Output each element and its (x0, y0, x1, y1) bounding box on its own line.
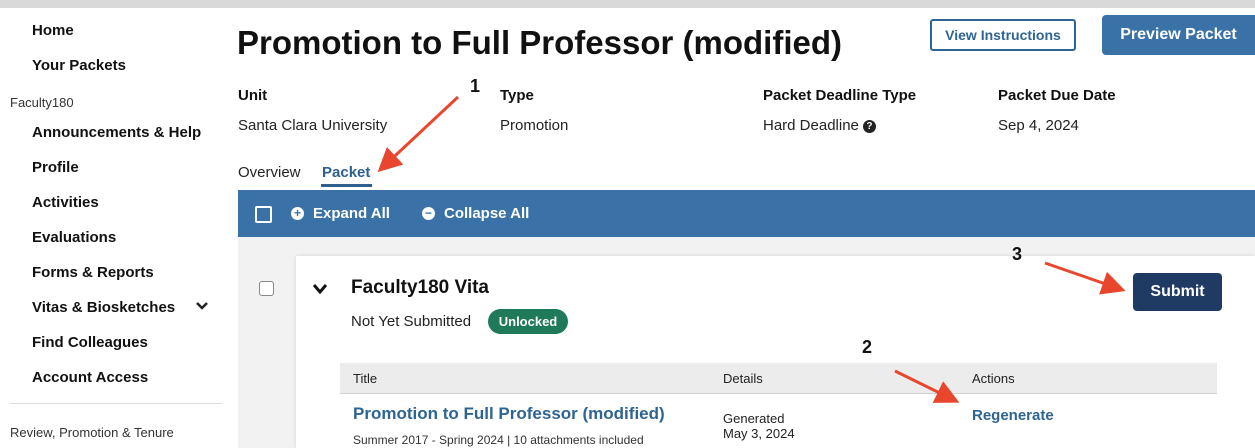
document-title-link[interactable]: Promotion to Full Professor (modified) (353, 404, 665, 424)
tab-packet[interactable]: Packet (322, 164, 370, 181)
section-status: Not Yet Submitted (351, 313, 472, 330)
unit-value: Santa Clara University (238, 117, 388, 134)
sidebar-item-vitas-biosketches[interactable]: Vitas & Biosketches (32, 299, 175, 316)
view-instructions-button[interactable]: View Instructions (930, 19, 1076, 51)
column-header-actions: Actions (972, 371, 1015, 386)
details-generated: Generated (723, 411, 785, 426)
annotation-number-1: 1 (470, 76, 481, 96)
sidebar-item-your-packets[interactable]: Your Packets (32, 57, 126, 74)
section-title: Faculty180 Vita (351, 277, 490, 298)
sidebar-item-profile[interactable]: Profile (32, 159, 79, 176)
details-date: May 3, 2024 (723, 426, 795, 441)
top-strip (0, 0, 1255, 8)
sidebar-item-announcements[interactable]: Announcements & Help (32, 124, 201, 141)
sidebar-section-faculty180: Faculty180 (10, 95, 74, 110)
submit-button[interactable]: Submit (1133, 273, 1222, 311)
collapse-all-label: Collapse All (444, 205, 530, 222)
due-date-value: Sep 4, 2024 (998, 117, 1079, 134)
preview-packet-button[interactable]: Preview Packet (1102, 15, 1255, 55)
due-date-label: Packet Due Date (998, 87, 1116, 104)
sidebar-item-forms-reports[interactable]: Forms & Reports (32, 264, 154, 281)
deadline-type-value: Hard Deadline (763, 117, 859, 134)
help-icon[interactable]: ? (862, 120, 876, 133)
column-header-title: Title (353, 371, 378, 386)
chevron-down-icon[interactable] (194, 298, 210, 314)
select-all-checkbox[interactable] (255, 206, 272, 223)
sidebar-item-find-colleagues[interactable]: Find Colleagues (32, 334, 148, 351)
plus-circle-icon: + (291, 207, 304, 220)
annotation-number-2: 2 (862, 337, 873, 357)
page-title: Promotion to Full Professor (modified) (237, 24, 842, 61)
column-header-details: Details (723, 371, 763, 386)
deadline-type-label: Packet Deadline Type (763, 87, 917, 104)
sidebar-item-evaluations[interactable]: Evaluations (32, 229, 116, 246)
expand-all-label: Expand All (313, 205, 390, 222)
arrow-to-packet-tab (377, 95, 460, 173)
sidebar-section-review: Review, Promotion & Tenure (10, 425, 174, 440)
regenerate-link[interactable]: Regenerate (972, 407, 1054, 424)
table-header (340, 363, 1217, 394)
status-badge: Unlocked (488, 309, 568, 334)
section-checkbox[interactable] (259, 281, 274, 296)
deadline-type-value-wrap: Hard Deadline? (763, 117, 876, 134)
active-tab-indicator (321, 184, 372, 187)
collapse-all-button[interactable]: − Collapse All (422, 205, 529, 222)
annotation-number-3: 3 (1012, 244, 1023, 264)
sidebar-item-account-access[interactable]: Account Access (32, 369, 148, 386)
packet-toolbar (238, 190, 1255, 237)
document-subtitle: Summer 2017 - Spring 2024 | 10 attachmen… (353, 433, 644, 447)
type-value: Promotion (500, 117, 569, 134)
unit-label: Unit (238, 87, 268, 104)
sidebar-item-home[interactable]: Home (32, 22, 74, 39)
minus-circle-icon: − (422, 207, 435, 220)
type-label: Type (500, 87, 534, 104)
sidebar-divider (10, 403, 222, 404)
sidebar-item-activities[interactable]: Activities (32, 194, 99, 211)
expand-all-button[interactable]: + Expand All (291, 205, 390, 222)
chevron-down-icon[interactable] (312, 282, 328, 296)
tab-overview[interactable]: Overview (238, 164, 301, 181)
